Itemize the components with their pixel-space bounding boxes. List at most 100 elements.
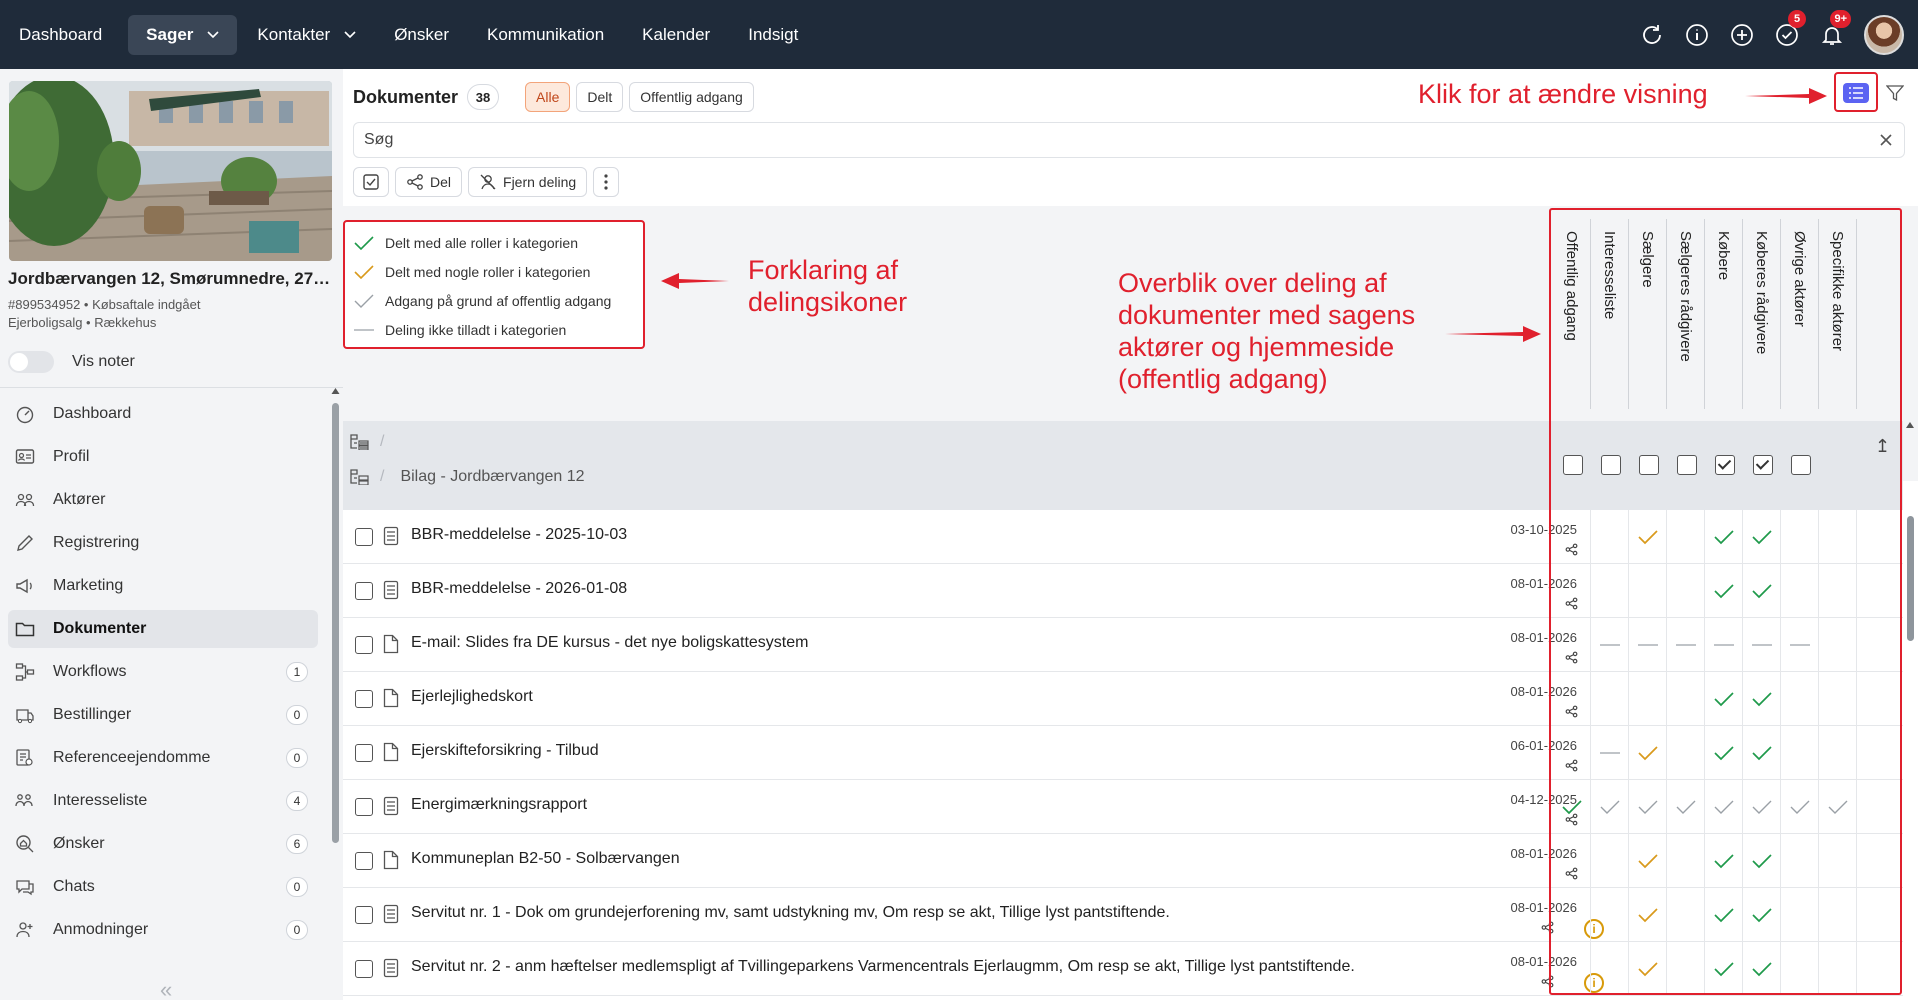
legend-label: Adgang på grund af offentlig adgang [385, 292, 612, 309]
document-name[interactable]: Servitut nr. 1 - Dok om grundejerforenin… [411, 904, 1170, 922]
user-slash-icon [480, 174, 496, 190]
arrow-right-icon [1445, 326, 1541, 342]
sidebar-item-label: Referenceejendomme [53, 749, 211, 766]
sidebar-item-registrering[interactable]: Registrering [8, 524, 318, 562]
document-lines-icon [383, 526, 399, 546]
sidebar-divider [0, 387, 343, 388]
nav-dashboard[interactable]: Dashboard [1, 15, 120, 55]
row-checkbox[interactable] [355, 636, 373, 654]
main-content: Dokumenter 38 Alle Delt Offentlig adgang… [343, 69, 1918, 1000]
documents-toolbar: Del Fjern deling [353, 167, 620, 197]
annotation-legend: Forklaring af delingsikoner [748, 255, 908, 317]
main-scrollbar[interactable] [1905, 421, 1915, 1000]
add-icon[interactable] [1729, 22, 1755, 48]
sidebar-item-anmodninger[interactable]: Anmodninger 0 [8, 911, 318, 949]
refresh-icon[interactable] [1639, 22, 1665, 48]
document-name[interactable]: Ejerskifteforsikring - Tilbud [411, 742, 599, 760]
check-orange-icon [354, 264, 374, 279]
main-scroll-thumb[interactable] [1907, 516, 1914, 641]
sidebar-item-workflows[interactable]: Workflows 1 [8, 653, 318, 691]
filter-offentlig-adgang[interactable]: Offentlig adgang [629, 82, 754, 112]
sidebar-item-marketing[interactable]: Marketing [8, 567, 318, 605]
document-name[interactable]: Energimærkningsrapport [411, 796, 587, 814]
property-image [9, 81, 332, 261]
filter-alle[interactable]: Alle [525, 82, 571, 112]
tasks-icon[interactable]: 5 [1774, 9, 1806, 48]
property-title[interactable]: Jordbærvangen 12, Smørumnedre, 2765 ... [8, 269, 336, 289]
sidebar-item-interesseliste[interactable]: Interesseliste 4 [8, 782, 318, 820]
row-checkbox[interactable] [355, 744, 373, 762]
nav-onsker[interactable]: Ønsker [376, 15, 467, 55]
sidebar-item-aktører[interactable]: Aktører [8, 481, 318, 519]
share-label: Del [430, 174, 452, 190]
nav-kommunikation[interactable]: Kommunikation [469, 15, 622, 55]
folder-root-row[interactable]: / [350, 427, 394, 457]
info-icon[interactable] [1684, 22, 1710, 48]
checkbox-icon [363, 174, 379, 190]
document-name[interactable]: Ejerlejlighedskort [411, 688, 533, 706]
sidebar-item-referenceejendomme[interactable]: Referenceejendomme 0 [8, 739, 318, 777]
row-checkbox[interactable] [355, 798, 373, 816]
list-view-icon [1843, 83, 1869, 103]
count-badge: 0 [286, 877, 308, 897]
document-name[interactable]: Kommuneplan B2-50 - Solbærvangen [411, 850, 680, 868]
row-checkbox[interactable] [355, 528, 373, 546]
nav-indsigt[interactable]: Indsigt [730, 15, 816, 55]
sidebar-item-chats[interactable]: Chats 0 [8, 868, 318, 906]
filter-delt[interactable]: Delt [576, 82, 624, 112]
sidebar-scroll-thumb[interactable] [332, 403, 339, 843]
row-checkbox[interactable] [355, 690, 373, 708]
tasks-badge: 5 [1788, 9, 1806, 28]
more-actions-button[interactable] [593, 167, 620, 197]
row-checkbox[interactable] [355, 960, 373, 978]
share-button[interactable]: Del [395, 167, 463, 197]
row-checkbox[interactable] [355, 906, 373, 924]
megaphone-icon [15, 576, 39, 596]
sidebar-item-ønsker[interactable]: Ønsker 6 [8, 825, 318, 863]
nav-kalender[interactable]: Kalender [624, 15, 728, 55]
nav-sager-label: Sager [146, 24, 194, 44]
row-checkbox[interactable] [355, 852, 373, 870]
bell-icon[interactable]: 9+ [1819, 9, 1851, 48]
orders-icon [15, 705, 39, 725]
sidebar-item-dashboard[interactable]: Dashboard [8, 395, 318, 433]
document-name[interactable]: BBR-meddelelse - 2025-10-03 [411, 526, 627, 544]
nav-sager[interactable]: Sager [128, 14, 238, 55]
view-toggle-button[interactable] [1838, 78, 1874, 108]
arrow-left-icon [661, 273, 729, 289]
sidebar-item-dokumenter[interactable]: Dokumenter [8, 610, 318, 648]
sidebar-item-profil[interactable]: Profil [8, 438, 318, 476]
chat-icon [15, 877, 39, 897]
sidebar-item-label: Workflows [53, 663, 127, 680]
nav-kontakter[interactable]: Kontakter [239, 15, 374, 55]
dash-grey-icon [354, 328, 374, 331]
sidebar-item-bestillinger[interactable]: Bestillinger 0 [8, 696, 318, 734]
annotation-overview: Overblik over deling af dokumenter med s… [1118, 268, 1416, 394]
arrow-right-icon [1745, 88, 1827, 104]
document-name[interactable]: Servitut nr. 2 - anm hæftelser medlemspl… [411, 958, 1355, 976]
collapse-sidebar-icon[interactable]: « [160, 977, 172, 1000]
count-badge: 4 [286, 791, 308, 811]
reference-icon [15, 748, 39, 768]
document-name[interactable]: BBR-meddelelse - 2026-01-08 [411, 580, 627, 598]
show-notes-toggle[interactable] [8, 351, 54, 373]
avatar[interactable] [1864, 14, 1904, 55]
search-input[interactable]: Søg [353, 122, 1905, 158]
nav-kontakter-label: Kontakter [257, 24, 331, 44]
clear-search-icon[interactable] [1878, 132, 1894, 148]
property-type: Ejerboligsalg • Rækkehus [8, 315, 157, 330]
gauge-icon [15, 404, 39, 424]
folder-row[interactable]: / Bilag - Jordbærvangen 12 [350, 462, 585, 492]
select-all-button[interactable] [353, 167, 389, 197]
sidebar-scrollbar[interactable] [331, 387, 340, 1000]
unshare-button[interactable]: Fjern deling [468, 167, 588, 197]
count-badge: 6 [286, 834, 308, 854]
share-icon [407, 174, 423, 190]
document-lines-icon [383, 958, 399, 978]
row-checkbox[interactable] [355, 582, 373, 600]
count-badge: 0 [286, 920, 308, 940]
document-name[interactable]: E-mail: Slides fra DE kursus - det nye b… [411, 634, 808, 652]
filter-icon[interactable] [1886, 84, 1904, 102]
sidebar-item-label: Registrering [53, 534, 140, 551]
top-navigation: Dashboard Sager Kontakter Ønsker Kommuni… [0, 0, 1918, 69]
